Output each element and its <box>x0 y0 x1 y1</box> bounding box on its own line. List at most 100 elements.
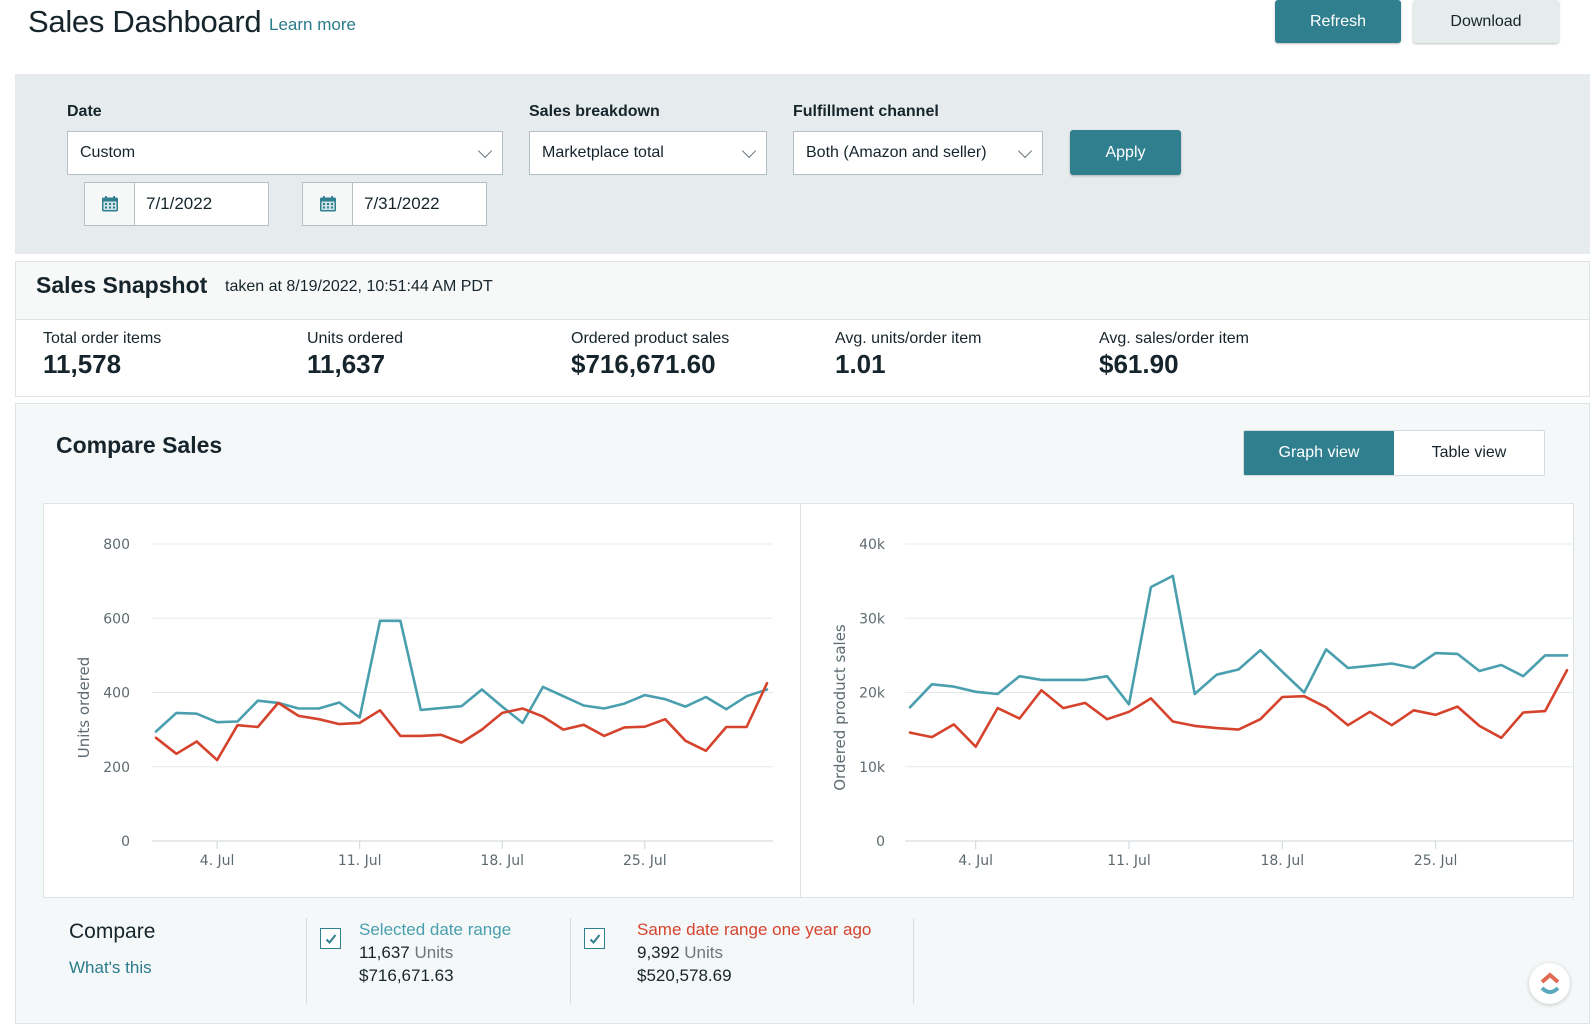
data-point[interactable] <box>1192 723 1198 729</box>
data-point[interactable] <box>703 694 709 700</box>
data-point[interactable] <box>275 700 281 706</box>
data-point[interactable] <box>1017 673 1023 679</box>
data-point[interactable] <box>1170 718 1176 724</box>
data-point[interactable] <box>438 705 444 711</box>
data-point[interactable] <box>459 740 465 746</box>
data-point[interactable] <box>316 716 322 722</box>
apply-button[interactable]: Apply <box>1070 130 1181 175</box>
data-point[interactable] <box>296 705 302 711</box>
data-point[interactable] <box>153 735 159 741</box>
data-point[interactable] <box>1170 573 1176 579</box>
series-line-prior-year[interactable] <box>154 681 769 762</box>
data-point[interactable] <box>951 684 957 690</box>
data-point[interactable] <box>1345 665 1351 671</box>
data-point[interactable] <box>929 734 935 740</box>
data-point[interactable] <box>1542 708 1548 714</box>
data-point[interactable] <box>642 724 648 730</box>
data-point[interactable] <box>995 691 1001 697</box>
data-point[interactable] <box>479 687 485 693</box>
data-point[interactable] <box>499 710 505 716</box>
date-range-select[interactable]: Custom <box>67 131 503 175</box>
data-point[interactable] <box>214 719 220 725</box>
data-point[interactable] <box>662 716 668 722</box>
data-point[interactable] <box>357 720 363 726</box>
data-point[interactable] <box>621 701 627 707</box>
data-point[interactable] <box>764 680 770 686</box>
data-point[interactable] <box>907 730 913 736</box>
data-point[interactable] <box>683 738 689 744</box>
data-point[interactable] <box>1279 669 1285 675</box>
helper-widget-button[interactable] <box>1529 963 1570 1004</box>
data-point[interactable] <box>194 739 200 745</box>
data-point[interactable] <box>1389 661 1395 667</box>
data-point[interactable] <box>1411 707 1417 713</box>
data-point[interactable] <box>1498 662 1504 668</box>
data-point[interactable] <box>1038 677 1044 683</box>
data-point[interactable] <box>973 689 979 695</box>
series-line-selected-range[interactable] <box>154 619 769 733</box>
data-point[interactable] <box>1257 716 1263 722</box>
data-point[interactable] <box>418 733 424 739</box>
data-point[interactable] <box>520 705 526 711</box>
data-point[interactable] <box>1542 652 1548 658</box>
end-date-input[interactable]: 7/31/2022 <box>302 182 487 226</box>
data-point[interactable] <box>1433 712 1439 718</box>
data-point[interactable] <box>459 703 465 709</box>
data-point[interactable] <box>601 733 607 739</box>
calendar-icon[interactable] <box>85 183 135 225</box>
data-point[interactable] <box>1345 722 1351 728</box>
data-point[interactable] <box>1214 672 1220 678</box>
data-point[interactable] <box>214 757 220 763</box>
data-point[interactable] <box>1564 652 1570 658</box>
table-view-tab[interactable]: Table view <box>1394 431 1544 475</box>
data-point[interactable] <box>1214 725 1220 731</box>
data-point[interactable] <box>153 728 159 734</box>
data-point[interactable] <box>336 721 342 727</box>
sales-breakdown-select[interactable]: Marketplace total <box>529 131 767 175</box>
data-point[interactable] <box>499 704 505 710</box>
fulfillment-channel-select[interactable]: Both (Amazon and seller) <box>793 131 1043 175</box>
data-point[interactable] <box>540 684 546 690</box>
series-line-selected-range[interactable] <box>908 574 1569 709</box>
data-point[interactable] <box>1236 666 1242 672</box>
data-point[interactable] <box>1323 704 1329 710</box>
data-point[interactable] <box>581 722 587 728</box>
calendar-icon[interactable] <box>303 183 353 225</box>
series-line-prior-year[interactable] <box>908 668 1569 748</box>
data-point[interactable] <box>662 696 668 702</box>
data-point[interactable] <box>1389 722 1395 728</box>
data-point[interactable] <box>479 727 485 733</box>
data-point[interactable] <box>1038 687 1044 693</box>
data-point[interactable] <box>929 681 935 687</box>
data-point[interactable] <box>1455 651 1461 657</box>
data-point[interactable] <box>601 705 607 711</box>
data-point[interactable] <box>377 618 383 624</box>
data-point[interactable] <box>1367 709 1373 715</box>
data-point[interactable] <box>1520 710 1526 716</box>
data-point[interactable] <box>951 721 957 727</box>
prior-year-checkbox[interactable] <box>584 928 605 949</box>
data-point[interactable] <box>540 714 546 720</box>
data-point[interactable] <box>520 720 526 726</box>
data-point[interactable] <box>1498 735 1504 741</box>
data-point[interactable] <box>1279 694 1285 700</box>
data-point[interactable] <box>1104 673 1110 679</box>
data-point[interactable] <box>1257 647 1263 653</box>
data-point[interactable] <box>1476 668 1482 674</box>
graph-view-tab[interactable]: Graph view <box>1244 431 1394 475</box>
data-point[interactable] <box>316 705 322 711</box>
data-point[interactable] <box>1148 695 1154 701</box>
data-point[interactable] <box>744 724 750 730</box>
refresh-button[interactable]: Refresh <box>1275 0 1401 43</box>
data-point[interactable] <box>1060 677 1066 683</box>
data-point[interactable] <box>560 727 566 733</box>
data-point[interactable] <box>194 711 200 717</box>
data-point[interactable] <box>255 724 261 730</box>
download-button[interactable]: Download <box>1413 0 1559 43</box>
data-point[interactable] <box>1433 650 1439 656</box>
data-point[interactable] <box>621 724 627 730</box>
data-point[interactable] <box>1082 700 1088 706</box>
data-point[interactable] <box>1301 693 1307 699</box>
data-point[interactable] <box>1060 705 1066 711</box>
data-point[interactable] <box>1455 704 1461 710</box>
